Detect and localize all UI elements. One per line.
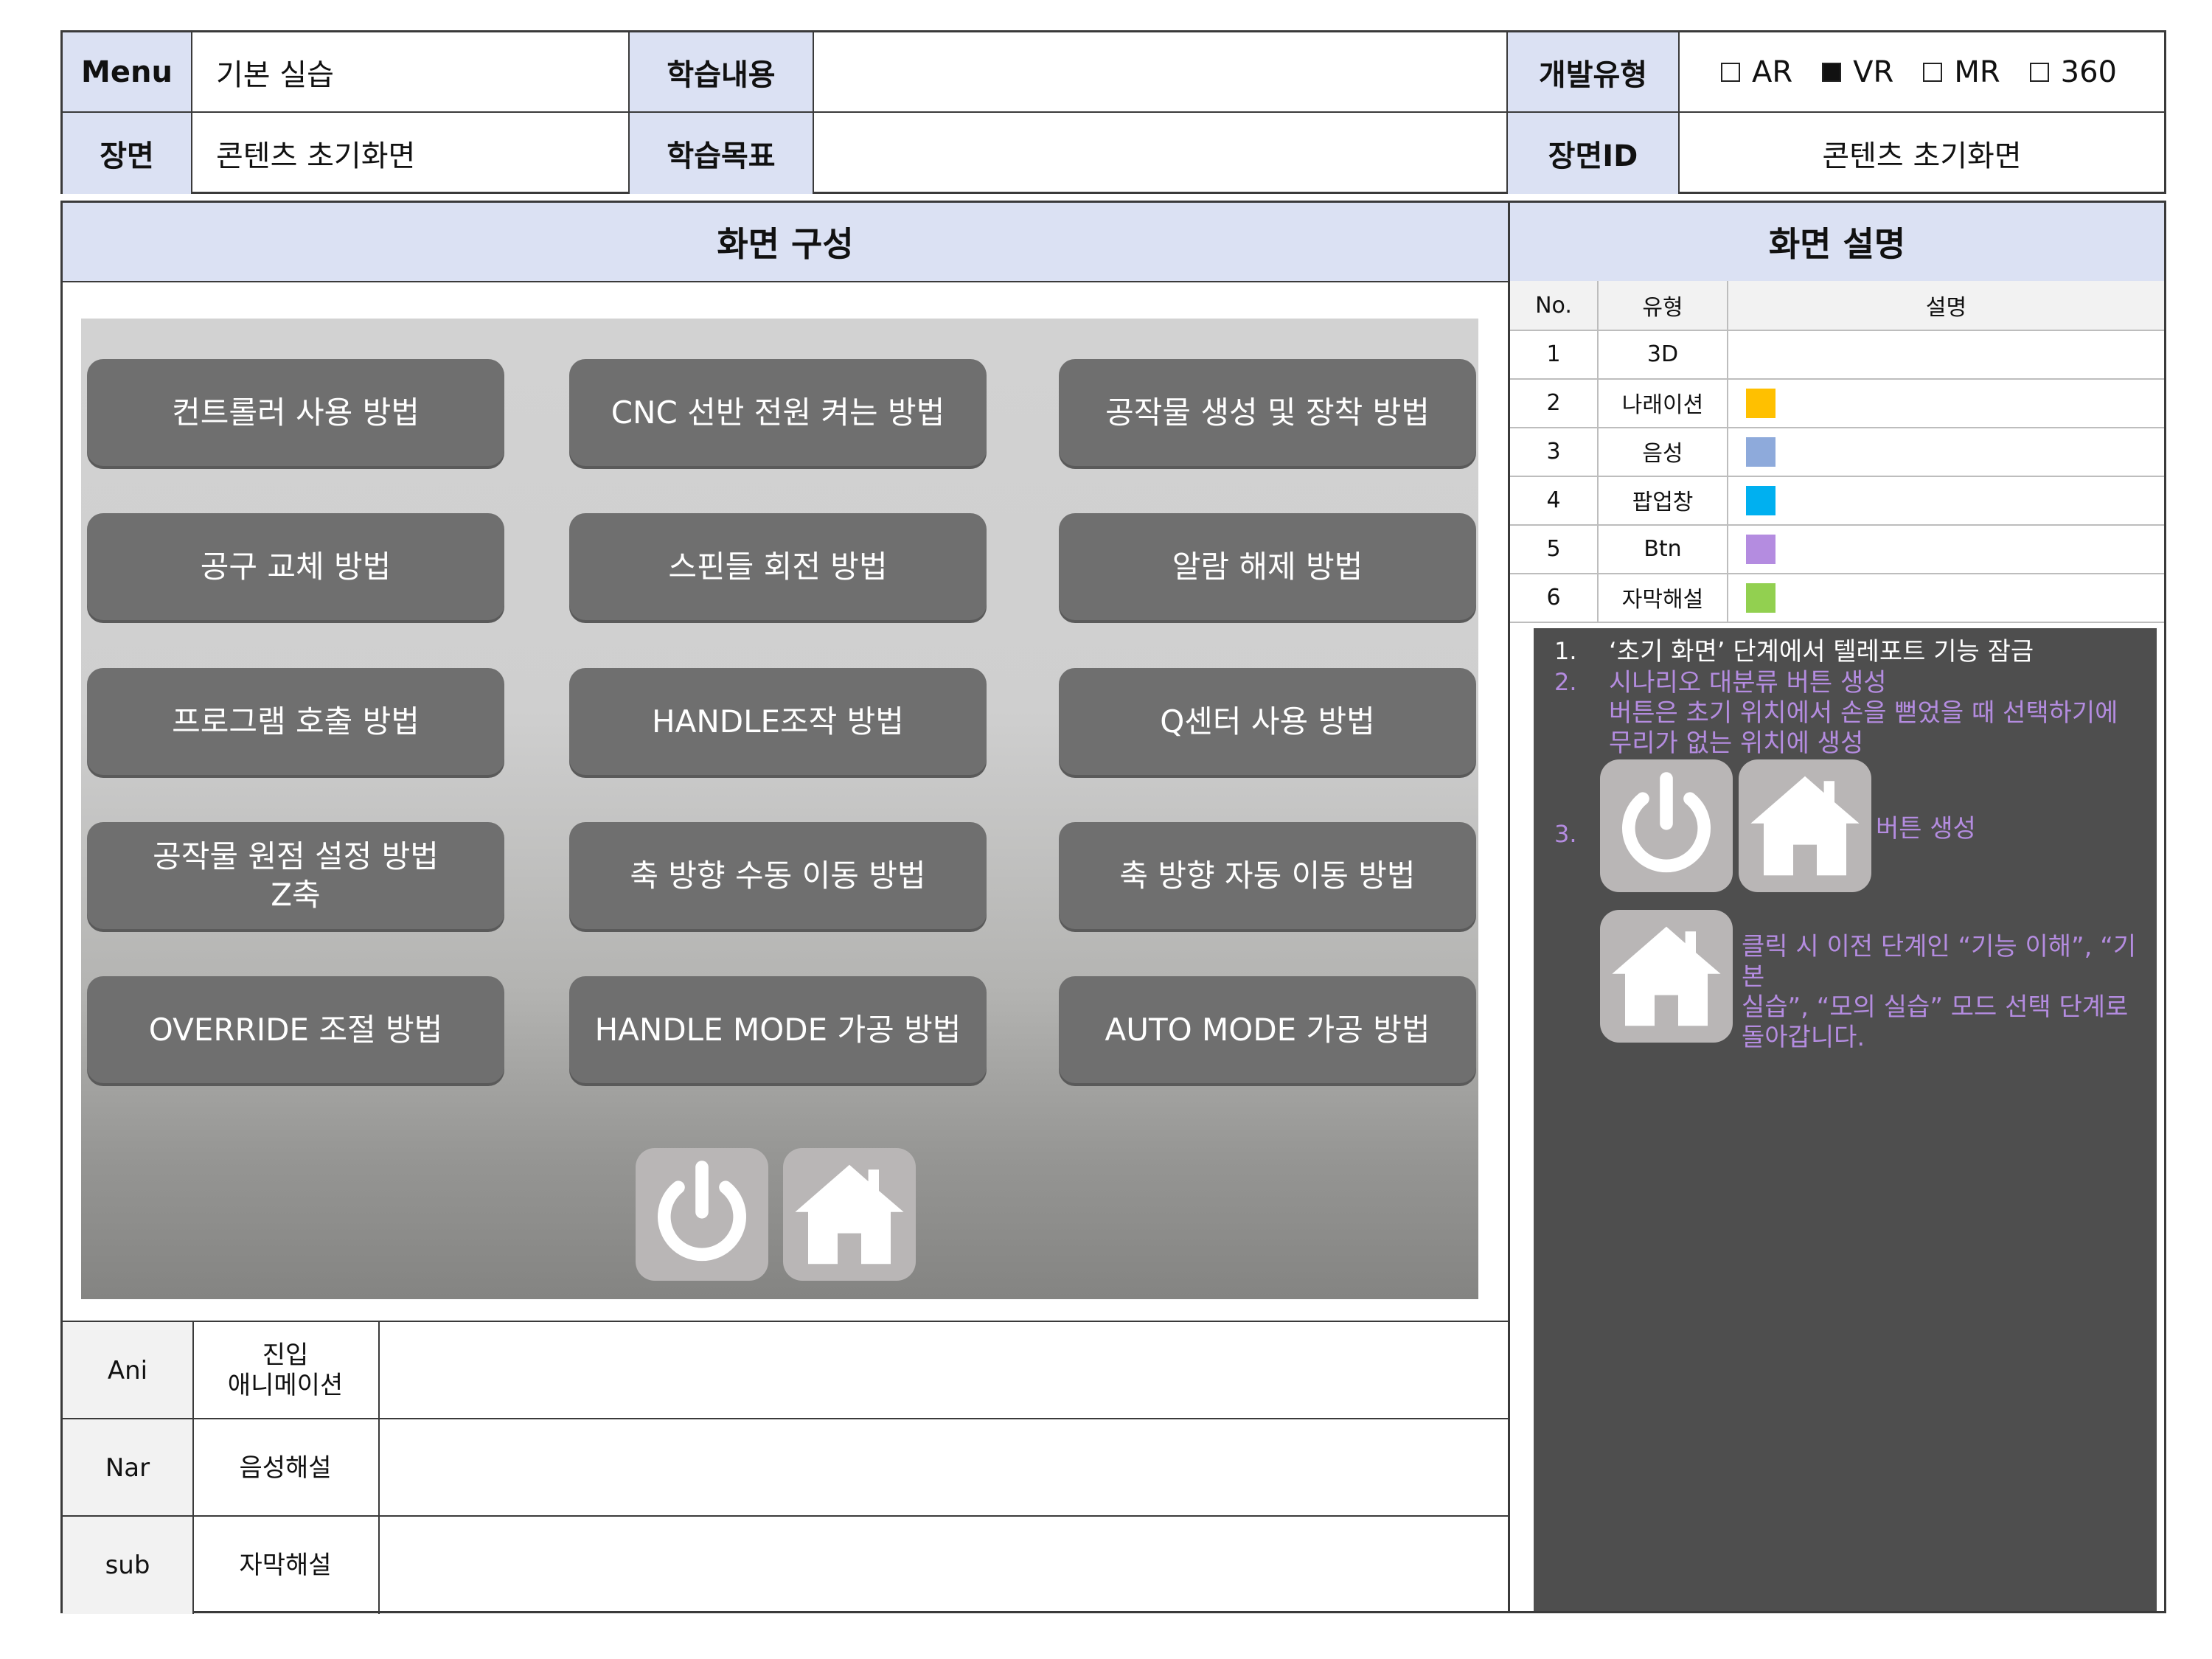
menu-button-12[interactable]: 축 방향 자동 이동 방법 <box>1059 822 1476 929</box>
note-2-number: 2. <box>1554 668 1577 696</box>
home-note-text: 클릭 시 이전 단계인 “기능 이해”, “기본 실습”, “모의 실습” 모드… <box>1742 932 2137 1052</box>
description-title: 화면 설명 <box>1510 203 2164 282</box>
row-type: 음성 <box>1599 427 1728 476</box>
row-type: 자막해설 <box>1599 573 1728 622</box>
learn-goal-label: 학습목표 <box>630 113 814 194</box>
checkbox-icon <box>2029 62 2049 82</box>
home-button[interactable] <box>783 1148 916 1281</box>
learn-content-label: 학습내용 <box>630 32 814 113</box>
col-desc: 설명 <box>1925 295 1967 321</box>
color-swatch <box>1746 535 1775 564</box>
dev-type-mr[interactable]: MR <box>1923 55 2000 89</box>
ani-code: Ani <box>63 1322 194 1419</box>
home-icon <box>1612 926 1721 1026</box>
checkbox-icon <box>1923 62 1943 82</box>
row-type: Btn <box>1599 524 1728 573</box>
ani-row: Ani 진입 애니메이션 <box>63 1321 1508 1419</box>
note-1-text: ‘초기 화면’ 단계에서 텔레포트 기능 잠금 <box>1609 637 2034 667</box>
note-2-text: 시나리오 대분류 버튼 생성 버튼은 초기 위치에서 손을 뻗었을 때 선택하기… <box>1609 668 2118 758</box>
scene-id-label: 장면ID <box>1508 113 1680 194</box>
menu-button-9[interactable]: Q센터 사용 방법 <box>1059 668 1476 775</box>
row-no: 6 <box>1510 573 1599 622</box>
col-no: No. <box>1510 281 1599 330</box>
menu-button-4[interactable]: 공구 교체 방법 <box>87 513 504 620</box>
description-row: 4 팝업창 <box>1510 476 2164 526</box>
menu-button-10[interactable]: 공작물 원점 설정 방법 Z축 <box>87 822 504 929</box>
sub-type: 자막해설 <box>192 1517 380 1614</box>
color-swatch <box>1746 583 1775 613</box>
menu-button-11[interactable]: 축 방향 수동 이동 방법 <box>569 822 987 929</box>
nar-row: Nar 음성해설 <box>63 1418 1508 1517</box>
note-3-text: 버튼 생성 <box>1876 814 1976 844</box>
ani-type: 진입 애니메이션 <box>192 1322 380 1419</box>
row-no: 2 <box>1510 378 1599 427</box>
description-header-row: No. 유형 설명 <box>1510 281 2164 331</box>
scene-label: 장면 <box>63 113 192 194</box>
row-type: 3D <box>1599 330 1728 378</box>
learn-content-value <box>814 32 1508 113</box>
menu-button-2[interactable]: CNC 선반 전원 켜는 방법 <box>569 359 987 466</box>
power-icon <box>1622 772 1711 873</box>
dev-type-ar[interactable]: AR <box>1721 55 1792 89</box>
col-type: 유형 <box>1599 281 1728 330</box>
description-row: 5 Btn <box>1510 524 2164 574</box>
note-3-number: 3. <box>1554 820 1577 848</box>
row-no: 1 <box>1510 330 1599 378</box>
composition-title: 화면 구성 <box>63 203 1508 282</box>
color-swatch <box>1746 437 1775 467</box>
home-icon <box>1750 776 1860 876</box>
note-power-button <box>1600 759 1733 892</box>
scene-id-value: 콘텐츠 초기화면 <box>1822 139 2022 173</box>
menu-button-14[interactable]: HANDLE MODE 가공 방법 <box>569 976 987 1083</box>
checkbox-checked-icon <box>1822 62 1842 82</box>
menu-value: 기본 실습 <box>192 32 630 113</box>
note-1-number: 1. <box>1554 637 1577 665</box>
dev-type-label: 개발유형 <box>1508 32 1680 113</box>
description-row: 1 3D <box>1510 330 2164 380</box>
note-home-button-2 <box>1600 910 1733 1043</box>
menu-button-5[interactable]: 스핀들 회전 방법 <box>569 513 987 620</box>
scene-value: 콘텐츠 초기화면 <box>192 113 630 194</box>
color-swatch <box>1746 389 1775 418</box>
menu-button-3[interactable]: 공작물 생성 및 장착 방법 <box>1059 359 1476 466</box>
nar-code: Nar <box>63 1419 194 1517</box>
vr-scene-preview: 컨트롤러 사용 방법 CNC 선반 전원 켜는 방법 공작물 생성 및 장착 방법공… <box>81 319 1478 1299</box>
row-type: 팝업창 <box>1599 476 1728 524</box>
description-notes-panel: 1. ‘초기 화면’ 단계에서 텔레포트 기능 잠금 2. 시나리오 대분류 버… <box>1534 628 2157 1611</box>
row-no: 5 <box>1510 524 1599 573</box>
row-no: 4 <box>1510 476 1599 524</box>
power-button[interactable] <box>636 1148 768 1281</box>
menu-button-8[interactable]: HANDLE조작 방법 <box>569 668 987 775</box>
description-row: 3 음성 <box>1510 427 2164 477</box>
description-row: 6 자막해설 <box>1510 573 2164 623</box>
learn-goal-value <box>814 113 1508 194</box>
power-icon <box>658 1161 746 1262</box>
header-table: Menu 기본 실습 학습내용 개발유형 AR VR MR 360 장면 콘텐츠… <box>60 30 2166 194</box>
dev-type-options: AR VR MR 360 <box>1680 32 2164 113</box>
home-icon <box>795 1164 904 1265</box>
menu-button-7[interactable]: 프로그램 호출 방법 <box>87 668 504 775</box>
menu-button-6[interactable]: 알람 해제 방법 <box>1059 513 1476 620</box>
dev-type-vr[interactable]: VR <box>1822 55 1893 89</box>
checkbox-icon <box>1721 62 1740 82</box>
row-type: 나래이션 <box>1599 378 1728 427</box>
menu-label: Menu <box>63 32 192 113</box>
menu-button-1[interactable]: 컨트롤러 사용 방법 <box>87 359 504 466</box>
row-no: 3 <box>1510 427 1599 476</box>
sub-row: sub 자막해설 <box>63 1515 1508 1614</box>
color-swatch <box>1746 486 1775 515</box>
menu-button-13[interactable]: OVERRIDE 조절 방법 <box>87 976 504 1083</box>
sub-code: sub <box>63 1517 194 1614</box>
description-row: 2 나래이션 <box>1510 378 2164 428</box>
dev-type-360[interactable]: 360 <box>2029 55 2117 89</box>
note-home-button <box>1739 759 1871 892</box>
menu-button-15[interactable]: AUTO MODE 가공 방법 <box>1059 976 1476 1083</box>
nar-type: 음성해설 <box>192 1419 380 1517</box>
